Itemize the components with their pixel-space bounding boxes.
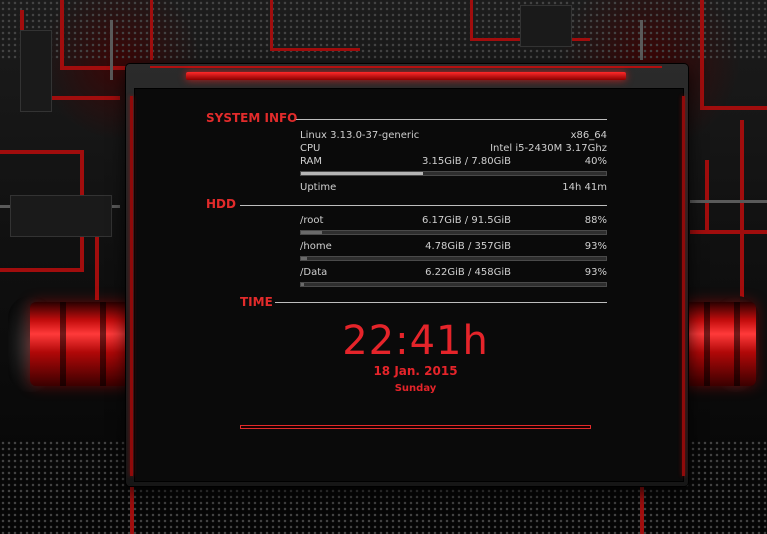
circuit-chip — [20, 30, 52, 112]
hdd-usage: 6.22GiB / 458GiB — [425, 267, 511, 278]
circuit-trace — [270, 0, 273, 50]
circuit-trace — [640, 20, 643, 60]
bottom-accent-bar — [240, 425, 591, 429]
circuit-dots — [0, 0, 767, 60]
ram-usage: 3.15GiB / 7.80GiB — [421, 156, 511, 167]
section-title-system-info: SYSTEM INFO — [206, 111, 298, 125]
circuit-trace — [60, 0, 64, 70]
frame-left-accent — [130, 96, 133, 476]
circuit-trace — [690, 230, 767, 234]
hdd-progress-fill — [301, 231, 323, 234]
section-title-hdd: HDD — [206, 197, 236, 211]
circuit-chip — [10, 195, 112, 237]
circuit-trace — [270, 48, 360, 51]
hdd-percent: 88% — [584, 215, 607, 226]
hdd-progress-fill — [301, 257, 308, 260]
hdd-progress-bar — [300, 282, 607, 287]
left-red-cylinder — [30, 302, 134, 386]
circuit-trace — [0, 150, 80, 154]
circuit-trace — [700, 106, 767, 110]
frame-right-accent — [682, 96, 685, 476]
section-rule — [275, 302, 607, 303]
circuit-trace — [690, 200, 767, 203]
hdd-usage: 6.17GiB / 91.5GiB — [421, 215, 511, 226]
ram-label: RAM — [300, 156, 323, 167]
desktop-background: SYSTEM INFO Linux 3.13.0-37-generic x86_… — [0, 0, 767, 534]
circuit-trace — [740, 120, 744, 300]
cpu-value: Intel i5-2430M 3.17Ghz — [490, 143, 607, 154]
hdd-percent: 93% — [584, 267, 607, 278]
cpu-label: CPU — [300, 143, 321, 154]
hdd-progress-fill — [301, 283, 305, 286]
frame-top-glow-bar — [186, 72, 626, 80]
ram-progress-fill — [301, 172, 423, 175]
circuit-trace — [110, 20, 113, 80]
circuit-trace — [470, 0, 473, 40]
hdd-mount: /Data — [300, 267, 328, 278]
hdd-mount: /home — [300, 241, 332, 252]
hdd-progress-bar — [300, 230, 607, 235]
frame-top-line — [150, 66, 662, 68]
weekday-display: Sunday — [394, 383, 437, 394]
date-display: 18 Jan. 2015 — [373, 364, 458, 378]
hdd-usage: 4.78GiB / 357GiB — [425, 241, 511, 252]
circuit-chip — [520, 5, 572, 47]
kernel-label: Linux 3.13.0-37-generic — [300, 130, 420, 141]
hdd-progress-bar — [300, 256, 607, 261]
circuit-trace — [700, 0, 704, 110]
section-rule — [240, 205, 607, 206]
circuit-trace — [60, 66, 126, 70]
section-title-time: TIME — [240, 295, 273, 309]
circuit-trace — [95, 230, 99, 300]
hdd-percent: 93% — [584, 241, 607, 252]
hdd-mount: /root — [300, 215, 324, 226]
uptime-label: Uptime — [300, 182, 337, 193]
circuit-trace — [150, 0, 153, 60]
arch-value: x86_64 — [570, 130, 607, 141]
circuit-trace — [705, 160, 709, 230]
ram-percent: 40% — [584, 156, 607, 167]
section-rule — [296, 119, 607, 120]
clock-display: 22:41h — [342, 318, 489, 364]
circuit-trace — [0, 268, 84, 272]
uptime-value: 14h 41m — [562, 182, 607, 193]
right-red-cylinder — [682, 302, 756, 386]
ram-progress-bar — [300, 171, 607, 176]
